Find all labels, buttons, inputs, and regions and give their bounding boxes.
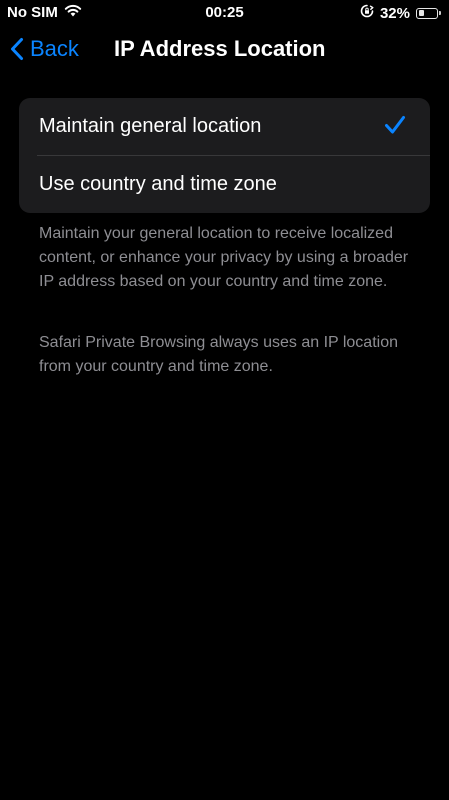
option-label: Maintain general location xyxy=(39,115,262,137)
battery-fill xyxy=(418,10,424,16)
status-bar: No SIM 00:25 32% xyxy=(0,0,449,26)
option-use-country-and-time-zone[interactable]: Use country and time zone xyxy=(19,156,430,213)
battery-tip xyxy=(439,11,441,15)
footer-private-browsing-note: Safari Private Browsing always uses an I… xyxy=(39,334,398,375)
chevron-left-icon xyxy=(11,38,23,60)
status-right: 32% xyxy=(360,4,441,22)
footer-description: Maintain your general location to receiv… xyxy=(39,225,409,290)
option-label: Use country and time zone xyxy=(39,173,277,195)
battery-body xyxy=(416,7,438,19)
orientation-lock-icon xyxy=(360,4,374,22)
battery-icon xyxy=(416,7,441,19)
checkmark-icon xyxy=(385,116,405,134)
location-options-group: Maintain general location Use country an… xyxy=(19,98,430,213)
option-maintain-general-location[interactable]: Maintain general location xyxy=(19,98,430,155)
back-label: Back xyxy=(30,36,79,61)
battery-percent: 32% xyxy=(379,4,410,22)
page-title: IP Address Location xyxy=(114,36,326,61)
back-button[interactable]: Back xyxy=(10,36,79,62)
nav-bar: Back IP Address Location xyxy=(0,26,449,74)
